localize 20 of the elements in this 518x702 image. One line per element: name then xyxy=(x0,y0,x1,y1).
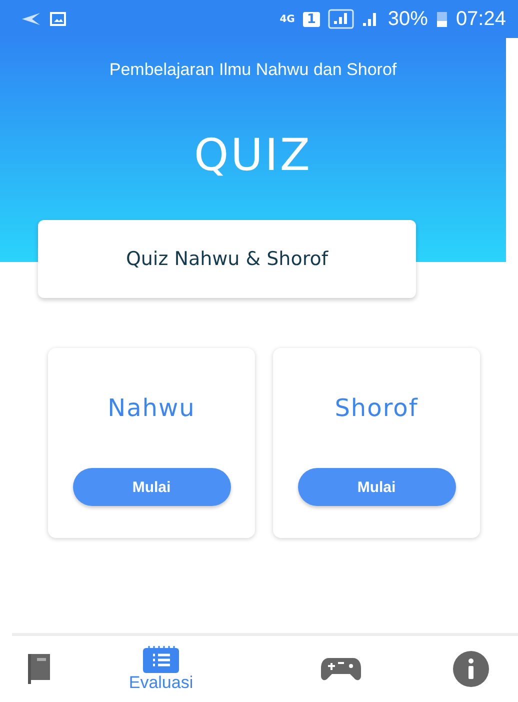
network-label: 4G xyxy=(280,14,295,24)
sim-label: 1 xyxy=(302,12,320,26)
start-button[interactable]: Mulai xyxy=(298,468,456,506)
app-subtitle: Pembelajaran Ilmu Nahwu dan Shorof xyxy=(109,60,397,80)
back-arrow-icon xyxy=(20,11,42,27)
card-title: Nahwu xyxy=(108,394,196,422)
signal-icon xyxy=(328,9,354,29)
battery-icon xyxy=(436,10,448,28)
list-icon[interactable] xyxy=(143,645,179,673)
card-title: Shorof xyxy=(334,394,418,422)
page-title: QUIZ xyxy=(194,130,312,181)
banner-label: Quiz Nahwu & Shorof xyxy=(126,248,328,270)
image-icon xyxy=(50,12,66,26)
gamepad-icon[interactable] xyxy=(321,657,361,681)
notebook-icon[interactable] xyxy=(28,654,50,684)
clock: 07:24 xyxy=(456,8,506,30)
tab-label[interactable]: Evaluasi xyxy=(128,673,194,693)
battery-percent: 30% xyxy=(388,8,428,30)
start-button[interactable]: Mulai xyxy=(72,468,230,506)
info-icon[interactable] xyxy=(453,651,489,687)
